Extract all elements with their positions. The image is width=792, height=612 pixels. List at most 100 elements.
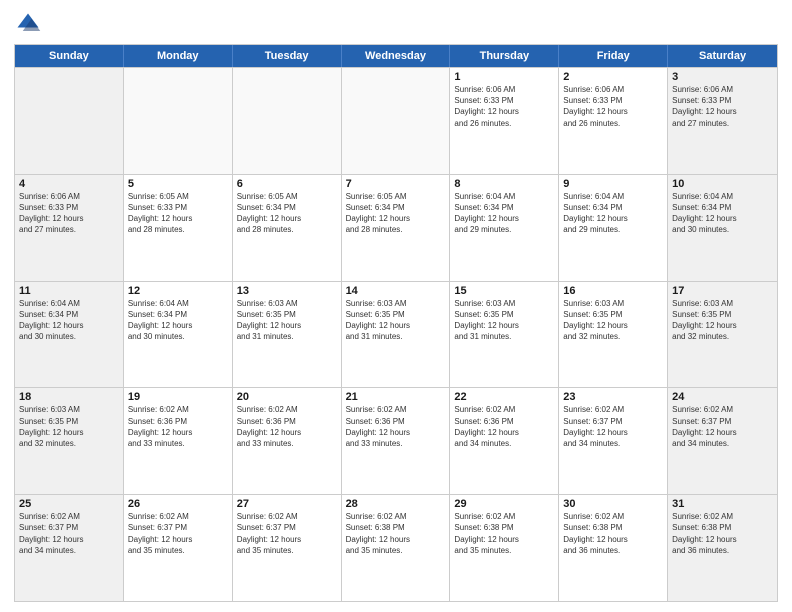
calendar-day-28: 28Sunrise: 6:02 AM Sunset: 6:38 PM Dayli… bbox=[342, 495, 451, 601]
day-number: 7 bbox=[346, 178, 446, 190]
day-number: 14 bbox=[346, 285, 446, 297]
day-info: Sunrise: 6:02 AM Sunset: 6:37 PM Dayligh… bbox=[237, 511, 337, 556]
calendar-week-2: 4Sunrise: 6:06 AM Sunset: 6:33 PM Daylig… bbox=[15, 174, 777, 281]
day-info: Sunrise: 6:04 AM Sunset: 6:34 PM Dayligh… bbox=[672, 191, 773, 236]
day-number: 29 bbox=[454, 498, 554, 510]
calendar-day-22: 22Sunrise: 6:02 AM Sunset: 6:36 PM Dayli… bbox=[450, 388, 559, 494]
day-number: 24 bbox=[672, 391, 773, 403]
day-info: Sunrise: 6:02 AM Sunset: 6:38 PM Dayligh… bbox=[346, 511, 446, 556]
calendar-empty-cell bbox=[124, 68, 233, 174]
calendar-day-11: 11Sunrise: 6:04 AM Sunset: 6:34 PM Dayli… bbox=[15, 282, 124, 388]
day-info: Sunrise: 6:02 AM Sunset: 6:36 PM Dayligh… bbox=[346, 404, 446, 449]
calendar-day-1: 1Sunrise: 6:06 AM Sunset: 6:33 PM Daylig… bbox=[450, 68, 559, 174]
day-number: 21 bbox=[346, 391, 446, 403]
day-number: 20 bbox=[237, 391, 337, 403]
calendar-week-5: 25Sunrise: 6:02 AM Sunset: 6:37 PM Dayli… bbox=[15, 494, 777, 601]
day-info: Sunrise: 6:02 AM Sunset: 6:36 PM Dayligh… bbox=[237, 404, 337, 449]
calendar-day-14: 14Sunrise: 6:03 AM Sunset: 6:35 PM Dayli… bbox=[342, 282, 451, 388]
day-info: Sunrise: 6:06 AM Sunset: 6:33 PM Dayligh… bbox=[672, 84, 773, 129]
calendar-header: SundayMondayTuesdayWednesdayThursdayFrid… bbox=[15, 45, 777, 67]
day-number: 12 bbox=[128, 285, 228, 297]
logo-icon bbox=[14, 10, 42, 38]
calendar-day-9: 9Sunrise: 6:04 AM Sunset: 6:34 PM Daylig… bbox=[559, 175, 668, 281]
calendar-day-3: 3Sunrise: 6:06 AM Sunset: 6:33 PM Daylig… bbox=[668, 68, 777, 174]
day-number: 23 bbox=[563, 391, 663, 403]
day-info: Sunrise: 6:04 AM Sunset: 6:34 PM Dayligh… bbox=[563, 191, 663, 236]
day-info: Sunrise: 6:05 AM Sunset: 6:34 PM Dayligh… bbox=[237, 191, 337, 236]
day-number: 25 bbox=[19, 498, 119, 510]
calendar-day-10: 10Sunrise: 6:04 AM Sunset: 6:34 PM Dayli… bbox=[668, 175, 777, 281]
calendar-day-12: 12Sunrise: 6:04 AM Sunset: 6:34 PM Dayli… bbox=[124, 282, 233, 388]
calendar-day-19: 19Sunrise: 6:02 AM Sunset: 6:36 PM Dayli… bbox=[124, 388, 233, 494]
weekday-header-sunday: Sunday bbox=[15, 45, 124, 67]
calendar-day-29: 29Sunrise: 6:02 AM Sunset: 6:38 PM Dayli… bbox=[450, 495, 559, 601]
calendar-body: 1Sunrise: 6:06 AM Sunset: 6:33 PM Daylig… bbox=[15, 67, 777, 601]
day-info: Sunrise: 6:05 AM Sunset: 6:34 PM Dayligh… bbox=[346, 191, 446, 236]
day-number: 26 bbox=[128, 498, 228, 510]
day-info: Sunrise: 6:03 AM Sunset: 6:35 PM Dayligh… bbox=[672, 298, 773, 343]
calendar-day-4: 4Sunrise: 6:06 AM Sunset: 6:33 PM Daylig… bbox=[15, 175, 124, 281]
day-number: 4 bbox=[19, 178, 119, 190]
logo bbox=[14, 10, 46, 38]
calendar-week-4: 18Sunrise: 6:03 AM Sunset: 6:35 PM Dayli… bbox=[15, 387, 777, 494]
calendar-day-27: 27Sunrise: 6:02 AM Sunset: 6:37 PM Dayli… bbox=[233, 495, 342, 601]
calendar-day-2: 2Sunrise: 6:06 AM Sunset: 6:33 PM Daylig… bbox=[559, 68, 668, 174]
calendar-day-7: 7Sunrise: 6:05 AM Sunset: 6:34 PM Daylig… bbox=[342, 175, 451, 281]
day-number: 16 bbox=[563, 285, 663, 297]
weekday-header-thursday: Thursday bbox=[450, 45, 559, 67]
day-info: Sunrise: 6:03 AM Sunset: 6:35 PM Dayligh… bbox=[346, 298, 446, 343]
day-number: 17 bbox=[672, 285, 773, 297]
day-info: Sunrise: 6:02 AM Sunset: 6:38 PM Dayligh… bbox=[454, 511, 554, 556]
day-info: Sunrise: 6:02 AM Sunset: 6:37 PM Dayligh… bbox=[19, 511, 119, 556]
calendar-empty-cell bbox=[233, 68, 342, 174]
calendar-day-20: 20Sunrise: 6:02 AM Sunset: 6:36 PM Dayli… bbox=[233, 388, 342, 494]
day-info: Sunrise: 6:02 AM Sunset: 6:37 PM Dayligh… bbox=[128, 511, 228, 556]
calendar-day-25: 25Sunrise: 6:02 AM Sunset: 6:37 PM Dayli… bbox=[15, 495, 124, 601]
day-info: Sunrise: 6:02 AM Sunset: 6:37 PM Dayligh… bbox=[672, 404, 773, 449]
calendar-empty-cell bbox=[15, 68, 124, 174]
day-number: 2 bbox=[563, 71, 663, 83]
day-info: Sunrise: 6:04 AM Sunset: 6:34 PM Dayligh… bbox=[454, 191, 554, 236]
calendar-day-18: 18Sunrise: 6:03 AM Sunset: 6:35 PM Dayli… bbox=[15, 388, 124, 494]
page: SundayMondayTuesdayWednesdayThursdayFrid… bbox=[0, 0, 792, 612]
calendar-day-5: 5Sunrise: 6:05 AM Sunset: 6:33 PM Daylig… bbox=[124, 175, 233, 281]
day-info: Sunrise: 6:06 AM Sunset: 6:33 PM Dayligh… bbox=[454, 84, 554, 129]
calendar-day-16: 16Sunrise: 6:03 AM Sunset: 6:35 PM Dayli… bbox=[559, 282, 668, 388]
day-info: Sunrise: 6:06 AM Sunset: 6:33 PM Dayligh… bbox=[563, 84, 663, 129]
day-number: 10 bbox=[672, 178, 773, 190]
calendar-day-6: 6Sunrise: 6:05 AM Sunset: 6:34 PM Daylig… bbox=[233, 175, 342, 281]
weekday-header-friday: Friday bbox=[559, 45, 668, 67]
day-info: Sunrise: 6:03 AM Sunset: 6:35 PM Dayligh… bbox=[19, 404, 119, 449]
calendar-day-30: 30Sunrise: 6:02 AM Sunset: 6:38 PM Dayli… bbox=[559, 495, 668, 601]
day-info: Sunrise: 6:02 AM Sunset: 6:37 PM Dayligh… bbox=[563, 404, 663, 449]
day-info: Sunrise: 6:02 AM Sunset: 6:38 PM Dayligh… bbox=[563, 511, 663, 556]
calendar: SundayMondayTuesdayWednesdayThursdayFrid… bbox=[14, 44, 778, 602]
calendar-day-13: 13Sunrise: 6:03 AM Sunset: 6:35 PM Dayli… bbox=[233, 282, 342, 388]
day-info: Sunrise: 6:05 AM Sunset: 6:33 PM Dayligh… bbox=[128, 191, 228, 236]
day-number: 28 bbox=[346, 498, 446, 510]
weekday-header-tuesday: Tuesday bbox=[233, 45, 342, 67]
weekday-header-monday: Monday bbox=[124, 45, 233, 67]
day-number: 8 bbox=[454, 178, 554, 190]
day-number: 11 bbox=[19, 285, 119, 297]
calendar-day-23: 23Sunrise: 6:02 AM Sunset: 6:37 PM Dayli… bbox=[559, 388, 668, 494]
calendar-day-21: 21Sunrise: 6:02 AM Sunset: 6:36 PM Dayli… bbox=[342, 388, 451, 494]
day-number: 31 bbox=[672, 498, 773, 510]
day-info: Sunrise: 6:02 AM Sunset: 6:36 PM Dayligh… bbox=[454, 404, 554, 449]
weekday-header-wednesday: Wednesday bbox=[342, 45, 451, 67]
calendar-week-3: 11 Sunrise: 6:04 AM Sunset: 6:34 PM Dayli… bbox=[15, 281, 777, 388]
day-number: 30 bbox=[563, 498, 663, 510]
day-info: Sunrise: 6:04 AM Sunset: 6:34 PM Dayligh… bbox=[128, 298, 228, 343]
day-info: Sunrise: 6:02 AM Sunset: 6:36 PM Dayligh… bbox=[128, 404, 228, 449]
day-number: 6 bbox=[237, 178, 337, 190]
day-number: 19 bbox=[128, 391, 228, 403]
day-info: Sunrise: 6:03 AM Sunset: 6:35 PM Dayligh… bbox=[237, 298, 337, 343]
day-number: 3 bbox=[672, 71, 773, 83]
day-number: 15 bbox=[454, 285, 554, 297]
calendar-day-26: 26Sunrise: 6:02 AM Sunset: 6:37 PM Dayli… bbox=[124, 495, 233, 601]
day-info: Sunrise: 6:03 AM Sunset: 6:35 PM Dayligh… bbox=[454, 298, 554, 343]
header bbox=[14, 10, 778, 38]
day-number: 22 bbox=[454, 391, 554, 403]
calendar-empty-cell bbox=[342, 68, 451, 174]
weekday-header-saturday: Saturday bbox=[668, 45, 777, 67]
